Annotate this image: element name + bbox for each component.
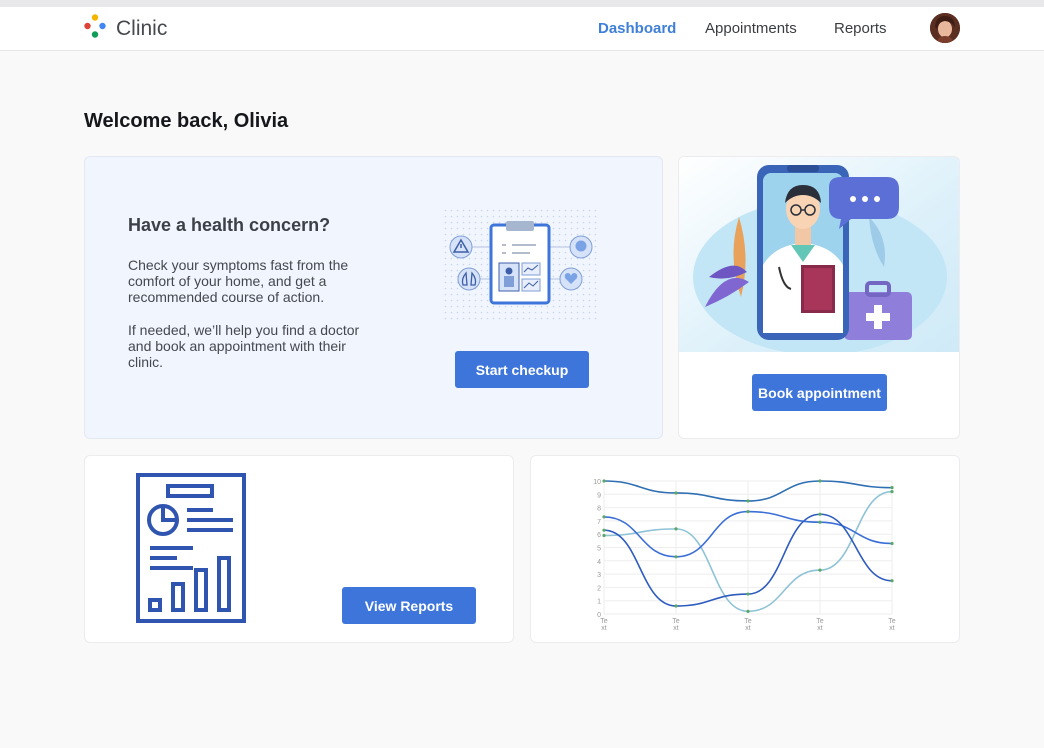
top-navbar: Clinic Dashboard Appointments Reports [0,7,1044,51]
pin-icon [569,235,593,259]
chart-point [890,486,894,490]
chart-point [602,515,606,519]
chart-point [674,604,678,608]
chart-card: 0 1 2 3 4 5 6 7 8 9 10 Te xt Te xt Te xt Te xt Te xt [530,455,960,643]
chart-y-tick-label: 4 [597,559,601,566]
chart-point [890,490,894,494]
chart-point [674,527,678,531]
checkup-help-text: If needed, we’ll help you find a doctor … [128,322,360,370]
start-checkup-button[interactable]: Start checkup [455,351,589,388]
chart-y-tick-label: 7 [597,519,601,526]
chart-point [818,512,822,516]
checkup-title: Have a health concern? [128,215,331,235]
chart-y-tick-label: 2 [597,585,601,592]
chart-point [890,579,894,583]
chart-x-tick-label: Te xt [672,618,680,632]
chart-point [818,520,822,524]
chart-point [818,568,822,572]
chart-x-tick-label: Te xt [888,618,896,632]
chart-y-tick-label: 1 [597,599,601,606]
chart-y-tick-label: 5 [597,546,601,553]
doctor-phone-illustration [679,157,959,357]
heart-icon [559,267,583,291]
chart-y-tick-label: 3 [597,572,601,579]
avatar[interactable] [930,13,960,43]
checkup-card: Have a health concern? Check your sympto… [84,156,663,439]
chart-point [674,491,678,495]
chart-point [602,528,606,532]
chart-point [602,479,606,483]
chart-point [746,509,750,514]
view-reports-button[interactable]: View Reports [342,587,476,624]
chart-x-tick-label: Te xt [816,618,824,632]
main-nav: Dashboard Appointments Reports [0,7,1044,51]
booking-card: Book appointment [678,156,960,439]
warning-icon [449,235,473,259]
chart-x-tick-label: Te xt [600,618,608,632]
chart-x-tick-label: Te xt [744,618,752,632]
checkup-description: Check your symptoms fast from the comfor… [128,257,349,305]
chart-y-tick-label: 6 [597,532,601,539]
book-appointment-button[interactable]: Book appointment [752,374,887,411]
nav-dashboard[interactable]: Dashboard [598,20,676,37]
chart-point [746,609,750,613]
chart-point [890,541,894,546]
chart-y-tick-label: 8 [597,506,601,513]
lungs-icon [457,267,481,291]
report-document-icon [135,472,247,629]
nav-reports[interactable]: Reports [834,20,887,37]
line-chart: 012345678910Te xtTe xtTe xtTe xtTe xt [593,479,896,632]
nav-appointments[interactable]: Appointments [705,20,797,37]
avatar-image [930,13,960,43]
chart-point [746,499,750,503]
chart-point [746,592,750,596]
chart-y-tick-label: 10 [593,479,601,486]
chart-y-tick-label: 9 [597,492,601,499]
clipboard-icon [489,221,551,305]
chart-point [602,533,606,538]
reports-card: View Reports [84,455,514,643]
chart-point [674,555,678,559]
browser-top-strip [0,0,1044,7]
chart-point [818,479,822,483]
welcome-heading: Welcome back, Olivia [84,110,289,132]
clipboard-illustration [444,209,600,326]
